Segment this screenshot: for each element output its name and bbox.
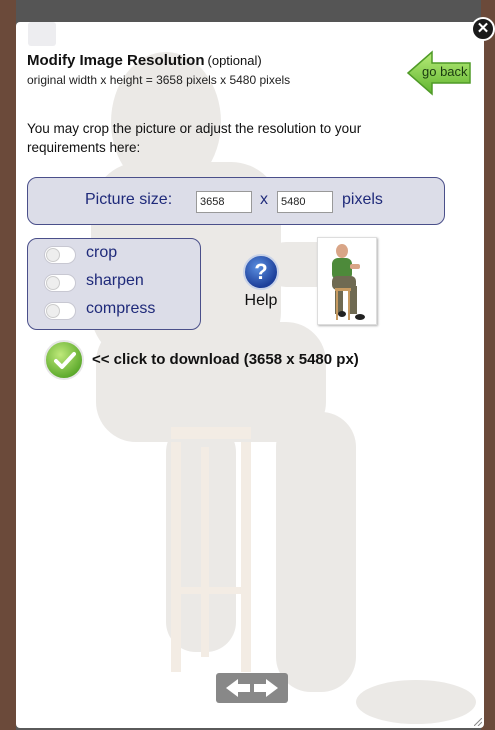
picture-size-panel: Picture size: x pixels xyxy=(27,177,445,225)
checkmark-icon xyxy=(44,340,84,380)
width-input[interactable] xyxy=(196,191,252,213)
option-compress[interactable]: compress xyxy=(44,300,194,322)
sharpen-label: sharpen xyxy=(86,272,144,289)
size-separator: x xyxy=(260,191,268,208)
go-back-button[interactable]: go back xyxy=(406,50,472,96)
seated-man-thumbnail-image xyxy=(332,244,365,320)
help-label: Help xyxy=(244,292,278,309)
height-input[interactable] xyxy=(277,191,333,213)
dialog-title-note: (optional) xyxy=(207,53,262,68)
help-button[interactable]: ? Help xyxy=(238,254,284,310)
navigation-arrows[interactable] xyxy=(216,673,288,703)
modify-resolution-dialog: Modify Image Resolution (optional) origin… xyxy=(16,22,484,728)
crop-label: crop xyxy=(86,244,118,261)
option-sharpen[interactable]: sharpen xyxy=(44,272,194,294)
page-backdrop-top xyxy=(0,0,495,22)
close-icon[interactable]: ✕ xyxy=(471,17,495,41)
compress-label: compress xyxy=(86,300,156,317)
original-dimensions-text: original width x height = 3658 pixels x … xyxy=(27,73,291,87)
page-backdrop-left xyxy=(0,0,16,730)
crop-toggle[interactable] xyxy=(44,246,76,264)
intro-text: You may crop the picture or adjust the r… xyxy=(27,121,362,155)
resize-grip-icon[interactable] xyxy=(474,718,482,726)
go-back-label: go back xyxy=(422,64,468,79)
image-options-panel: crop sharpen compress xyxy=(27,238,201,330)
dialog-title-text: Modify Image Resolution xyxy=(27,52,205,69)
image-thumbnail[interactable] xyxy=(317,237,377,325)
question-mark-icon: ? xyxy=(243,254,279,290)
download-label: << click to download (3658 x 5480 px) xyxy=(92,351,359,368)
option-crop[interactable]: crop xyxy=(44,244,194,266)
picture-size-label: Picture size: xyxy=(85,191,173,208)
dialog-content: Modify Image Resolution (optional) origin… xyxy=(16,22,484,728)
dialog-title: Modify Image Resolution (optional) xyxy=(27,52,262,69)
size-unit-label: pixels xyxy=(342,191,383,208)
left-right-arrows-icon xyxy=(226,679,278,697)
sharpen-toggle[interactable] xyxy=(44,274,76,292)
compress-toggle[interactable] xyxy=(44,302,76,320)
